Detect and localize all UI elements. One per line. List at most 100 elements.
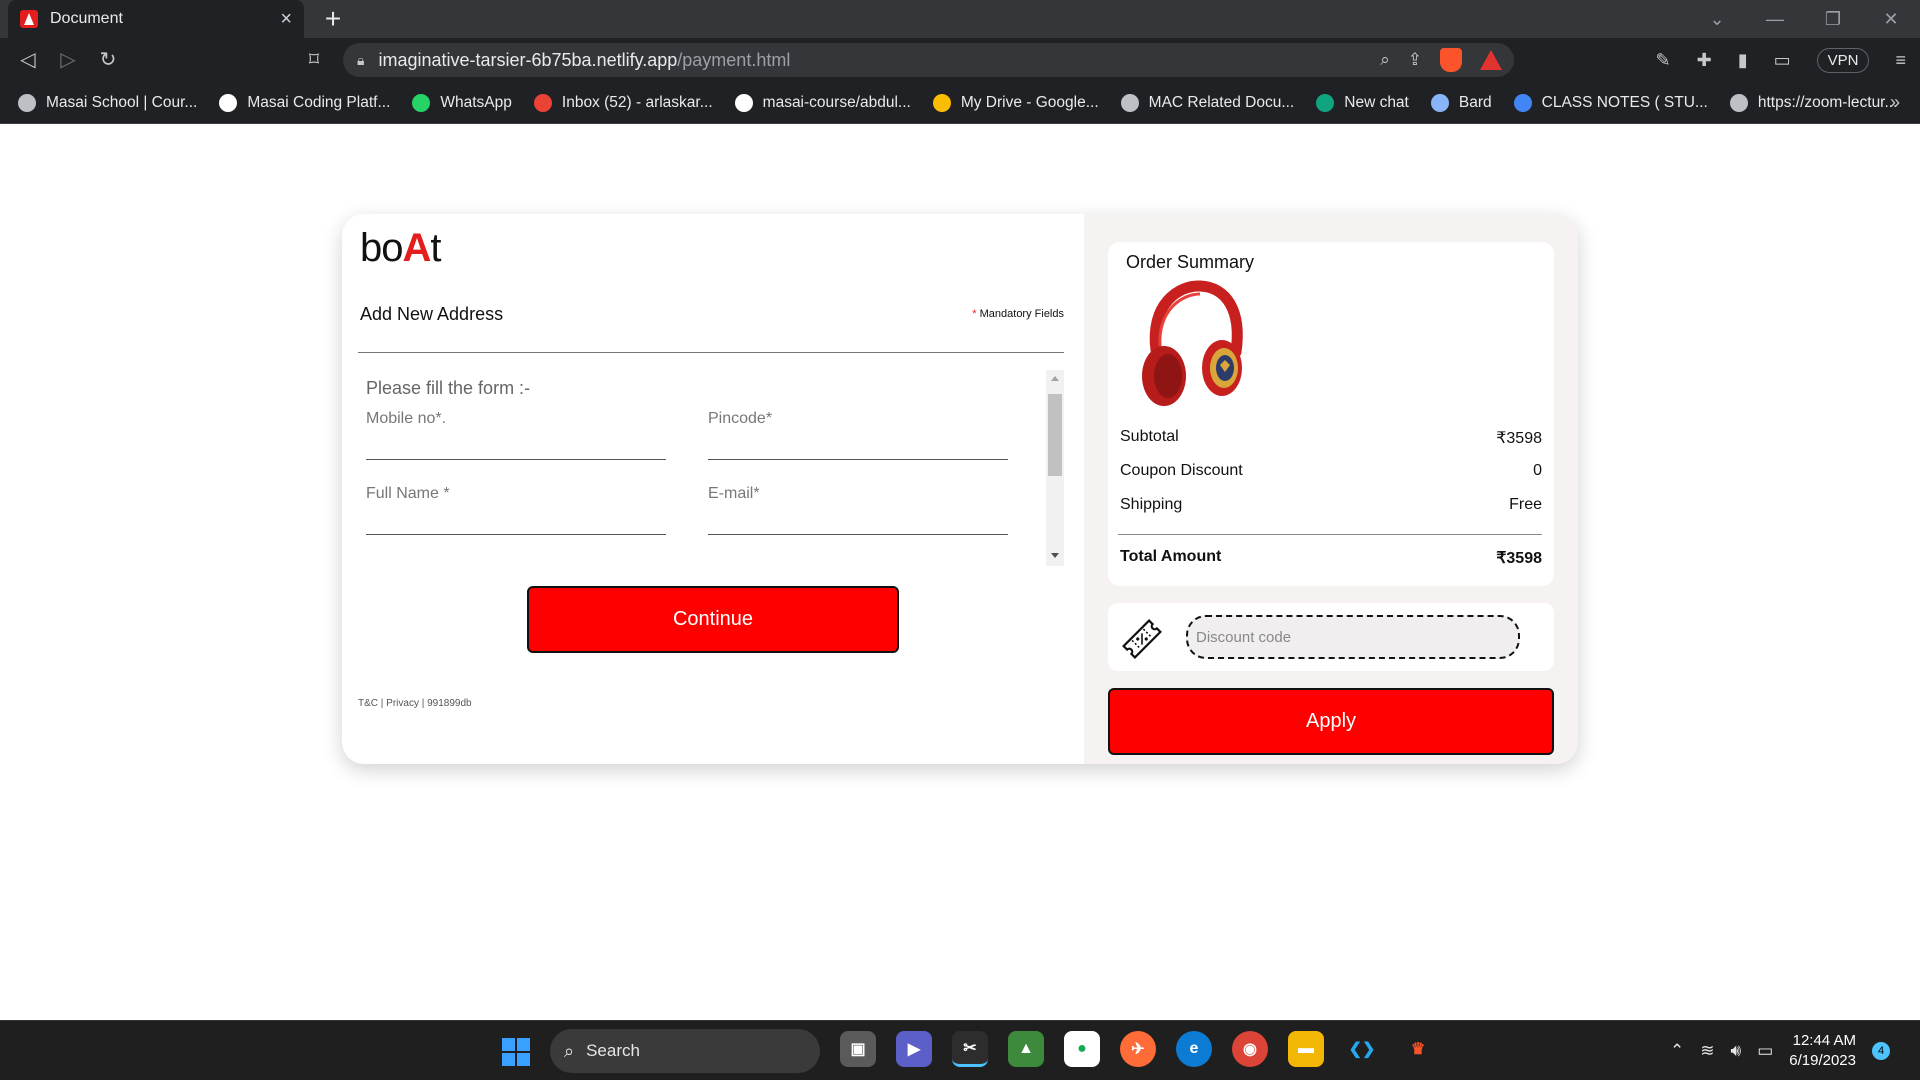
teams-chat-icon[interactable]: ▶ [896, 1031, 932, 1067]
window-controls: ⌄ — ❐ ✕ [1688, 0, 1920, 38]
boat-logo[interactable]: boAt [360, 226, 442, 271]
pincode-input[interactable] [708, 434, 1008, 460]
file-explorer-icon[interactable]: ▬ [1288, 1031, 1324, 1067]
email-input[interactable] [708, 509, 1008, 535]
bookmark-label: Inbox (52) - arlaskar... [561, 93, 713, 111]
clock[interactable]: 12:44 AM 6/19/2023 [1789, 1031, 1856, 1071]
back-icon[interactable]: ◁ [14, 46, 42, 74]
scroll-up-icon[interactable] [1051, 376, 1059, 381]
scroll-thumb[interactable] [1048, 394, 1062, 476]
show-hidden-icon[interactable]: ⌃ [1670, 1041, 1684, 1061]
forward-icon[interactable]: ▷ [54, 46, 82, 74]
bookmark-item[interactable]: Masai Coding Platf... [219, 93, 391, 112]
address-bar[interactable]: 🔒︎ imaginative-tarsier-6b75ba.netlify.ap… [343, 43, 1514, 77]
close-tab-icon[interactable]: × [280, 8, 292, 31]
bard-icon [1430, 93, 1449, 112]
brave-icon[interactable]: ♛ [1400, 1031, 1436, 1067]
active-tab[interactable]: Document × [8, 0, 304, 38]
sidebar-icon[interactable]: ▮ [1738, 50, 1748, 71]
bookmark-icon[interactable]: ⌑ [300, 46, 328, 74]
taskbar-search[interactable]: ⌕ Search [550, 1029, 820, 1073]
subtotal-value: ₹3598 [1496, 430, 1542, 447]
clock-date: 6/19/2023 [1789, 1052, 1856, 1069]
full-name-field: Full Name * [366, 485, 666, 535]
vpn-button[interactable]: VPN [1816, 47, 1870, 73]
mongodb-icon[interactable]: ● [1064, 1031, 1100, 1067]
address-panel: boAt Add New Address * Mandatory Fields … [342, 214, 1084, 764]
search-icon: ⌕ [564, 1040, 575, 1061]
whatsapp-icon [412, 93, 431, 112]
boat-favicon-icon [20, 10, 38, 28]
mobile-input[interactable] [366, 434, 666, 460]
wallet-icon[interactable]: ▭ [1774, 50, 1791, 71]
bookmark-label: masai-course/abdul... [762, 93, 911, 111]
bookmark-label: Bard [1458, 93, 1492, 111]
volume-icon[interactable]: 🔊︎ [1730, 1041, 1741, 1061]
bookmark-item[interactable]: New chat [1316, 93, 1409, 112]
task-view-icon[interactable]: ▣ [840, 1031, 876, 1067]
bookmark-item[interactable]: My Drive - Google... [932, 93, 1099, 112]
full-name-input[interactable] [366, 509, 666, 535]
tab-title: Document [50, 10, 123, 27]
mobile-field: Mobile no*. [366, 410, 666, 460]
new-tab-button[interactable]: + [318, 4, 348, 34]
divider [358, 352, 1064, 353]
summary-divider [1118, 534, 1542, 535]
order-panel: Order Summary Subtotal ₹3598 Coupon Disc… [1084, 214, 1578, 764]
pincode-label: Pincode* [708, 410, 773, 427]
discount-code-input[interactable] [1186, 615, 1520, 659]
vscode-icon[interactable]: ❮❯ [1344, 1031, 1380, 1067]
coupon-value: 0 [1533, 462, 1542, 479]
wifi-icon[interactable]: ≋ [1700, 1041, 1714, 1061]
bookmark-item[interactable]: WhatsApp [412, 93, 512, 112]
shipping-row: Shipping Free [1120, 496, 1542, 514]
bookmark-item[interactable]: Masai School | Cour... [18, 93, 197, 112]
continue-button[interactable]: Continue [527, 586, 899, 653]
chrome-icon[interactable]: ◉ [1232, 1031, 1268, 1067]
brave-rewards-icon[interactable] [1480, 50, 1502, 70]
shipping-value: Free [1509, 496, 1542, 513]
share-icon[interactable]: ⇪ [1408, 50, 1422, 70]
menu-icon[interactable]: ≡ [1895, 50, 1906, 71]
snipping-tool-icon[interactable]: ✂ [952, 1031, 988, 1067]
bookmark-item[interactable]: Bard [1430, 93, 1492, 112]
edge-icon[interactable]: e [1176, 1031, 1212, 1067]
bookmark-item[interactable]: https://zoom-lectur... [1729, 93, 1897, 112]
postman-icon[interactable]: ✈ [1120, 1031, 1156, 1067]
extension-pin-icon[interactable]: ✎ [1656, 50, 1671, 71]
logo-text-end: t [430, 226, 441, 270]
page-content: boAt Add New Address * Mandatory Fields … [0, 124, 1920, 1020]
taskbar-apps: ▣ ▶ ✂ ▲ ● ✈ e ◉ ▬ ❮❯ ♛ [840, 1031, 1436, 1071]
bookmark-label: My Drive - Google... [960, 93, 1099, 111]
chatgpt-icon [1316, 93, 1335, 112]
checkout-card: boAt Add New Address * Mandatory Fields … [342, 214, 1578, 764]
more-bookmarks-icon[interactable]: » [1890, 92, 1900, 113]
notification-badge[interactable]: 4 [1872, 1042, 1890, 1060]
brave-shields-icon[interactable] [1440, 48, 1462, 72]
form-heading: Please fill the form :- [366, 378, 531, 398]
bookmark-item[interactable]: masai-course/abdul... [734, 93, 911, 112]
reload-icon[interactable]: ↻ [94, 46, 122, 74]
extensions-icon[interactable]: ✚ [1697, 50, 1712, 71]
scroll-down-icon[interactable] [1051, 553, 1059, 558]
total-value: ₹3598 [1496, 550, 1542, 567]
zoom-icon[interactable]: ⌕ [1380, 50, 1390, 70]
photos-icon[interactable]: ▲ [1008, 1031, 1044, 1067]
apply-button[interactable]: Apply [1108, 688, 1554, 755]
battery-icon[interactable]: ▭ [1757, 1041, 1773, 1061]
email-field: E-mail* [708, 485, 1008, 535]
close-window-icon[interactable]: ✕ [1862, 0, 1920, 38]
minimize-icon[interactable]: — [1746, 0, 1804, 38]
bookmark-item[interactable]: CLASS NOTES ( STU... [1513, 93, 1708, 112]
bookmark-label: Masai Coding Platf... [247, 93, 391, 111]
tab-search-icon[interactable]: ⌄ [1688, 0, 1746, 38]
restore-icon[interactable]: ❐ [1804, 0, 1862, 38]
bookmark-item[interactable]: Inbox (52) - arlaskar... [533, 93, 713, 112]
windows-start-icon[interactable] [502, 1038, 530, 1066]
full-name-label: Full Name * [366, 485, 450, 502]
form-scrollbar[interactable] [1046, 370, 1064, 566]
footer-links[interactable]: T&C | Privacy | 991899db [358, 698, 472, 709]
tab-strip: Document × + ⌄ — ❐ ✕ [0, 0, 1920, 38]
notes-icon [1513, 93, 1532, 112]
bookmark-item[interactable]: MAC Related Docu... [1120, 93, 1294, 112]
